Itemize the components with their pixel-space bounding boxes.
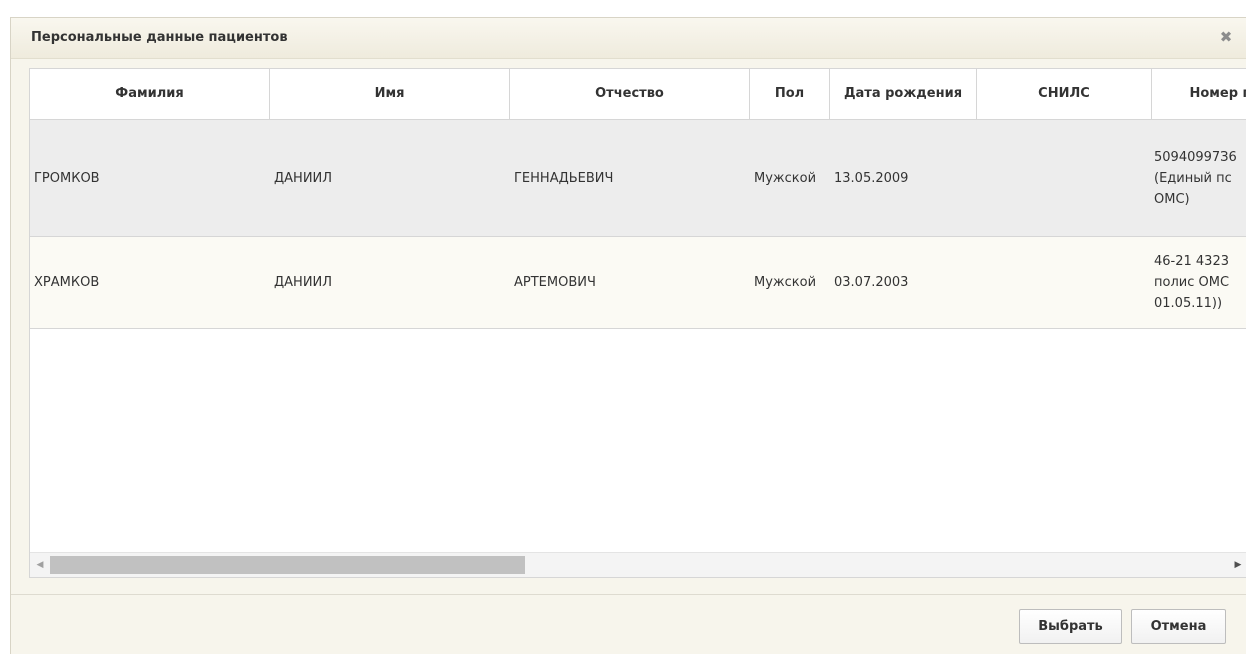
horizontal-scrollbar[interactable]: ◀ ▶	[30, 552, 1246, 577]
column-header-patronymic[interactable]: Отчество	[510, 69, 750, 119]
cell-patronymic: АРТЕМОВИЧ	[514, 275, 596, 290]
cell-last-name: ХРАМКОВ	[34, 275, 100, 290]
cell-sex: Мужской	[754, 170, 817, 186]
cell-sex: Мужской	[754, 275, 817, 290]
column-header-policy-number[interactable]: Номер п	[1152, 69, 1246, 119]
cell-snils	[977, 237, 1152, 328]
column-header-birth-date[interactable]: Дата рождения	[830, 69, 977, 119]
cell-last-name: ГРОМКОВ	[34, 170, 100, 186]
policy-line: 01.05.11))	[1154, 296, 1223, 311]
patients-grid: Фамилия Имя Отчество Пол Дата рождения С…	[29, 68, 1246, 578]
column-header-last-name[interactable]: Фамилия	[30, 69, 270, 119]
cell-first-name: ДАНИИЛ	[274, 275, 333, 290]
column-header-sex[interactable]: Пол	[750, 69, 830, 119]
table-row[interactable]: ГРОМКОВ ДАНИИЛ ГЕННАДЬЕВИЧ Мужской 13.05…	[30, 120, 1246, 237]
cell-birth-date: 03.07.2003	[834, 275, 909, 290]
policy-line: ОМС)	[1154, 191, 1190, 207]
column-header-first-name[interactable]: Имя	[270, 69, 510, 119]
column-header-snils[interactable]: СНИЛС	[977, 69, 1152, 119]
cancel-button[interactable]: Отмена	[1131, 609, 1226, 644]
cell-first-name: ДАНИИЛ	[274, 170, 333, 186]
cell-snils	[977, 120, 1152, 236]
scroll-right-icon[interactable]: ▶	[1228, 553, 1246, 577]
dialog-titlebar: Персональные данные пациентов ✖	[11, 18, 1246, 59]
table-row[interactable]: ХРАМКОВ ДАНИИЛ АРТЕМОВИЧ Мужской 03.07.2…	[30, 237, 1246, 329]
cell-birth-date: 13.05.2009	[834, 170, 909, 186]
grid-header: Фамилия Имя Отчество Пол Дата рождения С…	[30, 69, 1246, 120]
policy-line: 50940997З6	[1154, 149, 1237, 165]
close-icon[interactable]: ✖	[1216, 27, 1236, 47]
policy-line: полис ОМС	[1154, 275, 1230, 290]
patient-personal-data-dialog: Персональные данные пациентов ✖ Фамилия …	[10, 17, 1246, 654]
scrollbar-thumb[interactable]	[50, 556, 525, 574]
policy-line: 46-21 4323	[1154, 254, 1229, 269]
dialog-title: Персональные данные пациентов	[31, 30, 288, 45]
cell-policy-number: 46-21 4323 полис ОМС 01.05.11))	[1152, 237, 1246, 328]
footer-divider	[11, 594, 1246, 595]
select-button[interactable]: Выбрать	[1019, 609, 1122, 644]
policy-line: (Единый пс	[1154, 170, 1232, 186]
cell-patronymic: ГЕННАДЬЕВИЧ	[514, 170, 614, 186]
scroll-left-icon[interactable]: ◀	[30, 553, 50, 577]
cell-policy-number: 50940997З6 (Единый пс ОМС)	[1152, 120, 1246, 236]
